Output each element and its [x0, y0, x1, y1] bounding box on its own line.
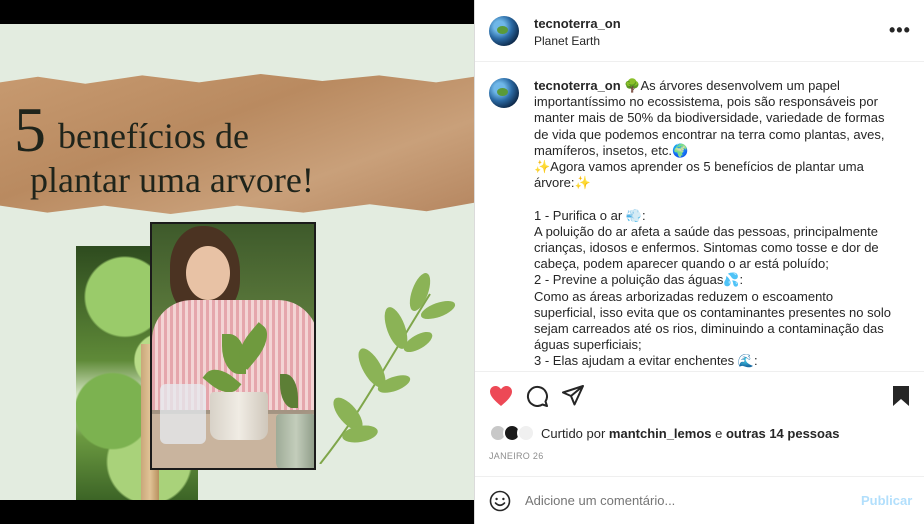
image-title-line2: plantar uma arvore! [30, 160, 314, 200]
post-side-panel: tecnoterra_on Planet Earth ••• tecnoterr… [474, 0, 924, 524]
caption-paragraph: ✨Agora vamos aprender os 5 benefícios de… [534, 159, 868, 191]
plant-branch-illustration [319, 273, 456, 464]
caption-paragraph: Como as áreas arborizadas reduzem o esco… [534, 288, 895, 353]
caption-avatar[interactable] [489, 78, 519, 108]
post-date[interactable]: JANEIRO 26 [489, 451, 544, 461]
heart-filled-icon[interactable] [489, 385, 513, 407]
caption-username[interactable]: tecnoterra_on [534, 78, 621, 93]
liked-by-user[interactable]: mantchin_lemos [609, 426, 712, 441]
caption-paragraph: 2 - Previne a poluição das águas💦: [534, 272, 744, 288]
more-horizontal-icon[interactable]: ••• [889, 20, 911, 41]
post-header: tecnoterra_on Planet Earth ••• [475, 0, 924, 62]
post-media[interactable]: 5 benefícios de plantar uma arvore! [0, 0, 474, 524]
image-title-line1: benefícios de [58, 116, 249, 156]
author-avatar[interactable] [489, 16, 519, 46]
caption-paragraph: 3 - Elas ajudam a evitar enchentes 🌊: [534, 353, 758, 369]
liked-by-text: Curtido por mantchin_lemos e outras 14 p… [541, 426, 840, 441]
caption-paragraph: 1 - Purifica o ar 💨: [534, 207, 646, 223]
publish-button[interactable]: Publicar [861, 493, 912, 508]
caption-area: tecnoterra_on 🌳As árvores desenvolvem um… [475, 63, 924, 371]
caption-paragraph: A poluição do ar afeta a saúde das pesso… [534, 223, 883, 272]
liked-by-others[interactable]: outras 14 pessoas [726, 426, 839, 441]
woman-planting-photo [150, 222, 316, 470]
caption-text: tecnoterra_on 🌳As árvores desenvolvem um… [534, 78, 894, 370]
author-username[interactable]: tecnoterra_on [534, 16, 621, 31]
liker-avatar[interactable] [517, 424, 535, 442]
image-title-number: 5 [14, 94, 46, 165]
comment-icon[interactable] [526, 385, 548, 407]
post-image: 5 benefícios de plantar uma arvore! [0, 24, 474, 500]
comment-input[interactable] [525, 493, 845, 508]
action-bar [475, 371, 924, 419]
post-location[interactable]: Planet Earth [534, 34, 600, 48]
comment-bar: Publicar [475, 476, 924, 524]
bookmark-icon[interactable] [892, 385, 910, 407]
smiley-icon[interactable] [489, 490, 511, 512]
likes-summary: Curtido por mantchin_lemos e outras 14 p… [475, 420, 924, 446]
post-modal: 5 benefícios de plantar uma arvore! tecn… [0, 0, 924, 524]
send-icon[interactable] [562, 385, 584, 407]
